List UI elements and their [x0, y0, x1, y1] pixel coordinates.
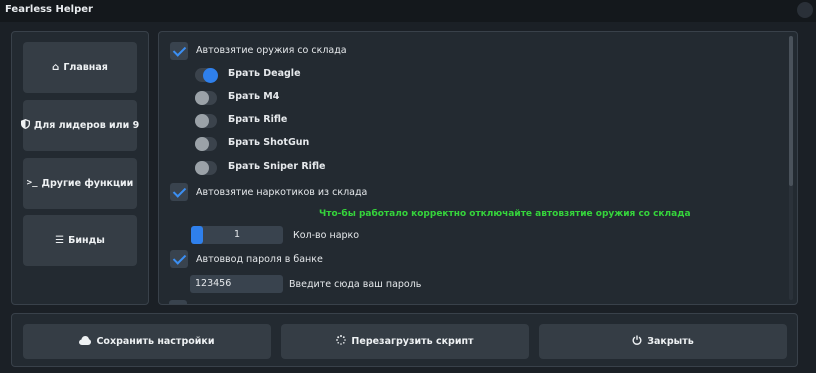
reload-script-button[interactable]: Перезагрузить скрипт	[281, 324, 529, 359]
sidebar-item-home[interactable]: ⌂ Главная	[23, 42, 137, 93]
sidebar-item-label: Главная	[63, 62, 108, 73]
drugs-count-slider[interactable]: 1	[191, 226, 283, 244]
sidebar-item-leaders[interactable]: Для лидеров или 9	[20, 100, 140, 151]
scrollbar-thumb[interactable]	[789, 36, 793, 186]
toggle-rifle[interactable]	[195, 114, 217, 128]
toggle-m4[interactable]	[195, 91, 217, 105]
option-sniper-rifle-label: Брать Sniper Rifle	[228, 161, 326, 172]
content-scrollbar[interactable]	[789, 36, 793, 300]
toggle-sniper-rifle[interactable]	[195, 161, 217, 175]
option-m4-label: Брать M4	[228, 91, 280, 102]
cloud-icon	[79, 335, 92, 348]
menu-icon: ☰	[55, 234, 65, 246]
toggle-knob	[195, 137, 209, 151]
drugs-count-value: 1	[233, 229, 241, 240]
drugs-count-label: Кол-во нарко	[293, 230, 360, 241]
toggle-knob	[195, 114, 209, 128]
drugs-checkbox[interactable]	[170, 183, 188, 201]
bank-password-label: Введите сюда ваш пароль	[289, 279, 422, 290]
option-deagle-label: Брать Deagle	[228, 68, 301, 79]
save-settings-button[interactable]: Сохранить настройки	[23, 324, 271, 359]
title-bar: Fearless Helper	[0, 0, 816, 22]
bank-checkbox[interactable]	[170, 250, 188, 268]
weapons-checkbox[interactable]	[170, 42, 188, 60]
next-checkbox-partial[interactable]	[169, 300, 187, 304]
toggle-shotgun[interactable]	[195, 137, 217, 151]
option-shotgun-label: Брать ShotGun	[228, 137, 310, 148]
close-label: Закрыть	[647, 336, 694, 347]
sidebar-item-label: Для лидеров или 9	[33, 120, 140, 131]
sidebar-item-label: Бинды	[68, 235, 105, 246]
window-title: Fearless Helper	[5, 4, 93, 15]
toggle-knob	[203, 67, 218, 83]
drugs-label: Автовзятие наркотиков из склада	[196, 187, 368, 198]
bottom-bar: Сохранить настройки Перезагрузить скрипт…	[11, 313, 798, 367]
bank-password-value: 123456	[195, 278, 232, 289]
save-settings-label: Сохранить настройки	[96, 336, 215, 347]
reload-script-label: Перезагрузить скрипт	[351, 336, 474, 347]
weapons-label: Автовзятие оружия со склада	[196, 45, 347, 56]
bank-password-input[interactable]: 123456	[190, 275, 283, 293]
toggle-deagle[interactable]	[195, 67, 218, 83]
sidebar: ⌂ Главная Для лидеров или 9 >_ Другие фу…	[11, 31, 149, 305]
shield-icon	[20, 119, 30, 132]
drugs-hint: Что-бы работало корректно отключайте авт…	[319, 209, 691, 219]
sidebar-item-binds[interactable]: ☰ Бинды	[23, 215, 137, 266]
spinner-icon	[336, 335, 347, 348]
window-control-button[interactable]	[797, 2, 813, 18]
toggle-knob	[195, 91, 209, 105]
content-panel: Автовзятие оружия со склада Брать Deagle…	[158, 31, 798, 305]
sidebar-item-label: Другие функции	[41, 178, 134, 189]
power-icon	[632, 335, 642, 348]
close-button[interactable]: Закрыть	[539, 324, 787, 359]
bank-label: Автоввод пароля в банке	[196, 254, 323, 265]
option-rifle-label: Брать Rifle	[228, 114, 288, 125]
sidebar-item-other-functions[interactable]: >_ Другие функции	[23, 158, 137, 209]
terminal-icon: >_	[26, 178, 38, 188]
toggle-knob	[195, 161, 209, 175]
home-icon: ⌂	[52, 61, 60, 73]
